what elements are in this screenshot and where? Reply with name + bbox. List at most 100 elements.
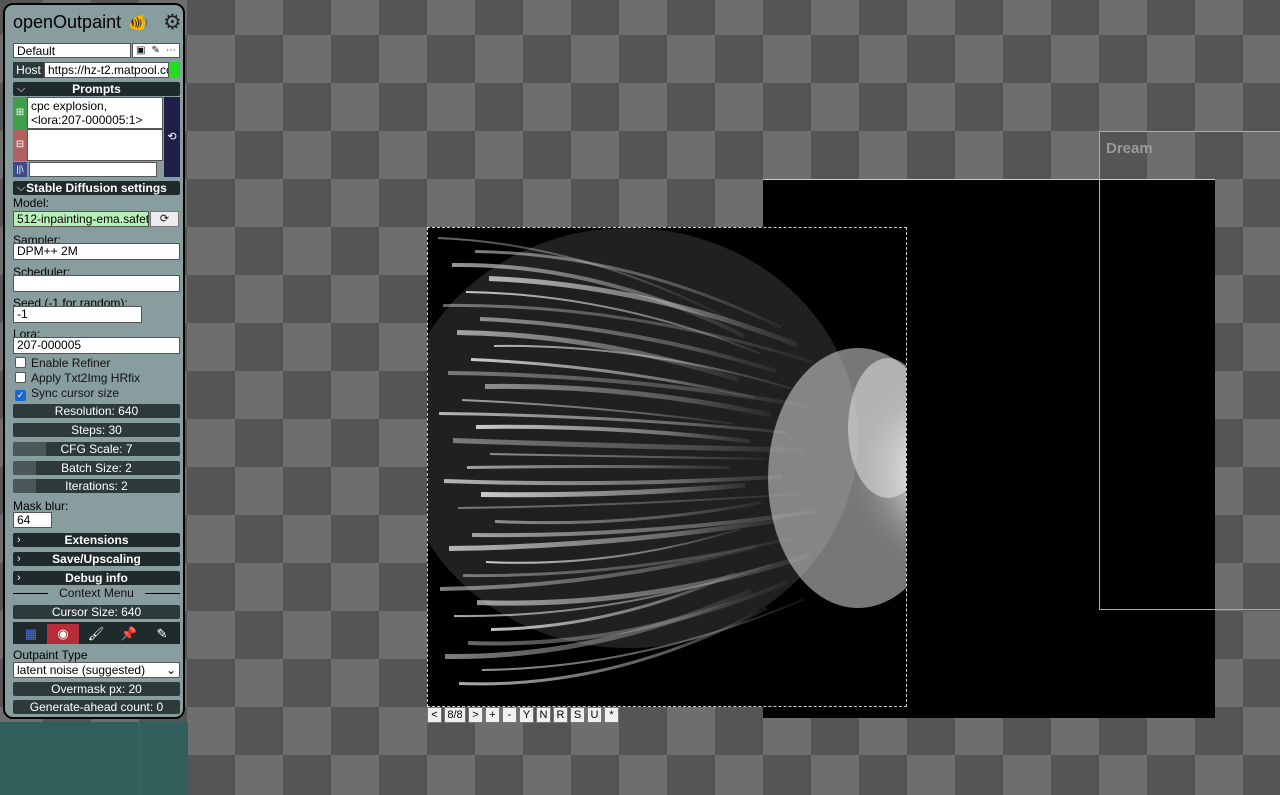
brush-icon[interactable]: 🖌 — [80, 624, 112, 644]
upscale-button[interactable]: U — [587, 707, 602, 723]
chevron-right-icon: › — [17, 572, 21, 584]
dream-label: Dream — [1106, 140, 1153, 157]
overmask-slider[interactable]: Overmask px: 20 — [13, 682, 180, 696]
result-counter: 8/8 — [444, 707, 466, 723]
background-area — [0, 722, 188, 795]
checkbox-box[interactable] — [15, 372, 26, 383]
sync-cursor-checkbox[interactable]: ✓ Sync cursor size — [15, 386, 119, 401]
pin-icon[interactable]: 📌 — [113, 624, 145, 644]
lora-input[interactable]: 207-000005 — [13, 337, 180, 354]
slider-fill — [13, 479, 37, 493]
debug-section-header[interactable]: › Debug info — [13, 571, 180, 585]
model-label: Model: — [13, 196, 50, 210]
more-results-button[interactable]: + — [485, 707, 500, 723]
variation-button[interactable]: * — [604, 707, 619, 723]
more-icon[interactable]: ⋯ — [166, 45, 176, 56]
fish-icon: 🐠 — [128, 15, 148, 32]
prompts-header-label: Prompts — [72, 82, 121, 96]
profile-select[interactable]: Default — [13, 43, 131, 58]
panel-header[interactable]: openOutpaint 🐠 ⚙ — [13, 10, 183, 35]
outpaint-type-label: Outpaint Type — [13, 648, 88, 662]
result-navigation: < 8/8 > + - Y N R S U * — [427, 707, 619, 724]
outpaint-type-select[interactable]: latent noise (suggested) ⌄ — [13, 662, 180, 678]
context-menu-title: Context Menu — [59, 586, 134, 600]
next-result-button[interactable]: > — [468, 707, 483, 723]
accept-button[interactable]: Y — [519, 707, 534, 723]
app-title: openOutpaint — [13, 12, 122, 32]
slider-label: Resolution: 640 — [54, 404, 139, 418]
generate-ahead-slider[interactable]: Generate-ahead count: 0 — [13, 700, 180, 714]
settings-panel: openOutpaint 🐠 ⚙ Default ▣ ✎ ⋯ Host http… — [3, 3, 185, 719]
mask-blur-input[interactable]: 64 — [13, 512, 52, 528]
mask-icon[interactable]: ◉ — [47, 624, 79, 644]
sd-settings-header-label: Stable Diffusion settings — [26, 181, 167, 195]
grid-icon[interactable]: ▦ — [15, 624, 47, 644]
debug-label: Debug info — [65, 571, 128, 585]
resolution-slider[interactable]: Resolution: 640 — [13, 404, 180, 418]
extensions-label: Extensions — [64, 533, 129, 547]
background-strip — [139, 722, 188, 795]
slider-label: Overmask px: 20 — [51, 682, 142, 696]
hrfix-checkbox[interactable]: Apply Txt2Img HRfix — [15, 371, 140, 385]
gear-icon[interactable]: ⚙ — [163, 10, 182, 35]
style-search-input[interactable] — [29, 162, 157, 177]
slider-fill — [13, 461, 37, 475]
checkbox-box[interactable] — [15, 357, 26, 368]
checkbox-label: Sync cursor size — [31, 386, 120, 400]
dream-preview-box[interactable]: Dream — [1099, 131, 1280, 610]
refresh-icon[interactable]: ⟳ — [150, 211, 179, 227]
outpaint-type-value: latent noise (suggested) — [17, 663, 146, 677]
plus-icon: ⊞ — [13, 97, 27, 129]
explosion-image — [428, 228, 906, 706]
minus-icon: ⊟ — [13, 129, 27, 161]
chevron-down-icon: ⌵ — [17, 83, 26, 95]
slider-label: Generate-ahead count: 0 — [29, 700, 164, 714]
slider-label: Batch Size: 2 — [61, 461, 132, 475]
enable-refiner-checkbox[interactable]: Enable Refiner — [15, 356, 110, 370]
prev-result-button[interactable]: < — [427, 707, 442, 723]
generated-image-selection[interactable] — [427, 227, 907, 707]
chevron-down-icon: ⌄ — [165, 663, 176, 677]
chevron-right-icon: › — [17, 553, 21, 565]
mask-blur-label: Mask blur: — [13, 499, 69, 513]
host-status-indicator — [169, 62, 180, 78]
iterations-slider[interactable]: Iterations: 2 — [13, 479, 180, 493]
scheduler-select[interactable] — [13, 275, 180, 292]
chevron-right-icon: › — [17, 534, 21, 546]
save-upscaling-section-header[interactable]: › Save/Upscaling — [13, 552, 180, 566]
chevron-down-icon: ⌵ — [17, 182, 26, 194]
positive-prompt-input[interactable]: cpc explosion, <lora:207-000005:1> — [27, 97, 163, 129]
slider-label: Steps: 30 — [71, 423, 122, 437]
light-streak — [466, 465, 730, 470]
model-select[interactable]: 512-inpainting-ema.safetensors — [13, 211, 149, 227]
host-input[interactable]: https://hz-t2.matpool.com — [44, 62, 169, 78]
profile-actions: ▣ ✎ ⋯ — [132, 43, 180, 58]
slider-fill — [13, 442, 47, 456]
sampler-select[interactable]: DPM++ 2M — [13, 243, 180, 260]
steps-slider[interactable]: Steps: 30 — [13, 423, 180, 437]
edit-icon[interactable]: ✎ — [152, 45, 160, 56]
reject-button[interactable]: N — [536, 707, 551, 723]
sd-settings-section-header[interactable]: ⌵ Stable Diffusion settings — [13, 181, 180, 195]
save-upscaling-label: Save/Upscaling — [52, 552, 141, 566]
save-icon[interactable]: ▣ — [136, 45, 145, 56]
negative-prompt-input[interactable] — [27, 129, 163, 161]
regenerate-button[interactable]: R — [553, 707, 568, 723]
seed-input[interactable]: -1 — [13, 306, 142, 323]
checkbox-label: Enable Refiner — [31, 356, 111, 370]
prompts-section-header[interactable]: ⌵ Prompts — [13, 82, 180, 96]
save-button[interactable]: S — [570, 707, 585, 723]
pen-icon[interactable]: ✎ — [146, 624, 178, 644]
less-results-button[interactable]: - — [502, 707, 517, 723]
slider-label: Cursor Size: 640 — [51, 605, 142, 619]
slider-label: Iterations: 2 — [65, 479, 128, 493]
styles-icon[interactable]: ||\ — [13, 162, 27, 177]
extensions-section-header[interactable]: › Extensions — [13, 533, 180, 547]
slider-label: CFG Scale: 7 — [60, 442, 133, 456]
checkbox-label: Apply Txt2Img HRfix — [31, 371, 141, 385]
checkbox-box[interactable]: ✓ — [15, 390, 26, 401]
cursor-size-slider[interactable]: Cursor Size: 640 — [13, 605, 180, 619]
cfg-scale-slider[interactable]: CFG Scale: 7 — [13, 442, 180, 456]
batch-size-slider[interactable]: Batch Size: 2 — [13, 461, 180, 475]
history-icon[interactable]: ⟲ — [164, 97, 180, 177]
